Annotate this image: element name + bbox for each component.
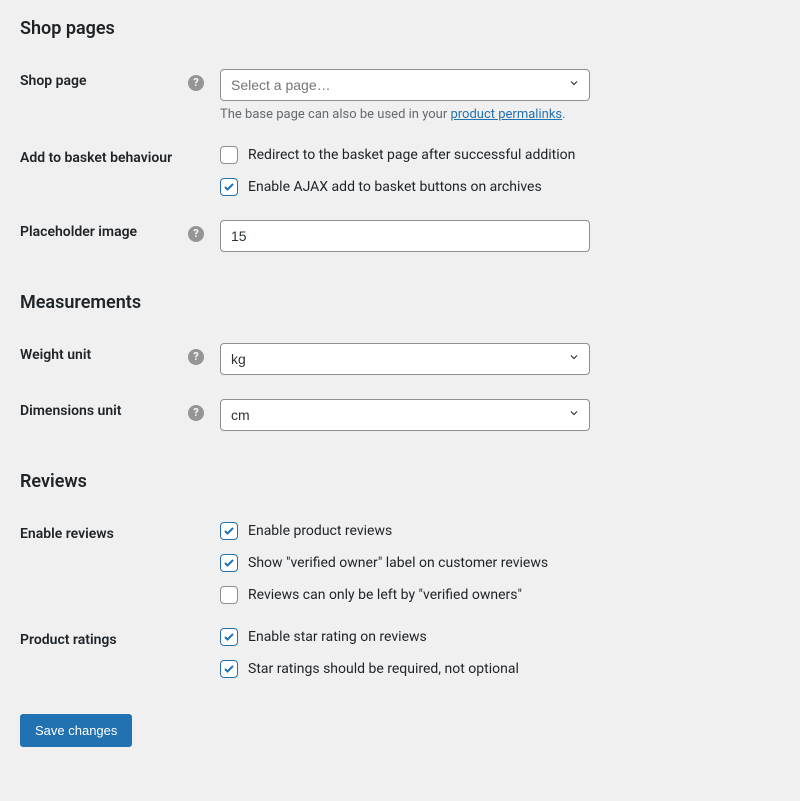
star-rating-required-text: Star ratings should be required, not opt… xyxy=(248,661,519,677)
submit-row: Save changes xyxy=(20,714,780,747)
redirect-basket-option: Redirect to the basket page after succes… xyxy=(220,146,770,164)
section-reviews-title: Reviews xyxy=(20,471,780,492)
measurements-table: Weight unit Dimensions unit xyxy=(20,331,780,443)
enable-reviews-label: Enable reviews xyxy=(20,510,220,616)
reviews-table: Enable reviews Enable product reviews Sh… xyxy=(20,510,780,690)
weight-unit-label: Weight unit xyxy=(20,331,220,387)
shop-pages-table: Shop page The base page can also be used… xyxy=(20,57,780,264)
verified-owner-label-checkbox[interactable] xyxy=(220,554,238,572)
redirect-basket-checkbox[interactable] xyxy=(220,146,238,164)
settings-wrap: Shop pages Shop page The base page can a… xyxy=(0,0,800,767)
verified-owner-only-option: Reviews can only be left by "verified ow… xyxy=(220,586,770,604)
product-permalinks-link[interactable]: product permalinks xyxy=(450,107,562,122)
help-icon[interactable] xyxy=(188,226,204,242)
star-rating-required-option: Star ratings should be required, not opt… xyxy=(220,660,770,678)
shop-page-select-input[interactable] xyxy=(220,69,590,101)
dimensions-unit-select-input[interactable] xyxy=(220,399,590,431)
shop-page-label: Shop page xyxy=(20,57,220,134)
placeholder-image-input[interactable] xyxy=(220,220,590,252)
save-changes-button[interactable]: Save changes xyxy=(20,714,132,747)
add-to-basket-label: Add to basket behaviour xyxy=(20,134,220,208)
verified-owner-only-text: Reviews can only be left by "verified ow… xyxy=(248,587,522,603)
enable-star-rating-checkbox[interactable] xyxy=(220,628,238,646)
placeholder-image-label: Placeholder image xyxy=(20,208,220,264)
help-icon[interactable] xyxy=(188,405,204,421)
enable-product-reviews-option: Enable product reviews xyxy=(220,522,770,540)
dimensions-unit-select[interactable] xyxy=(220,399,590,431)
product-ratings-label: Product ratings xyxy=(20,616,220,690)
weight-unit-select[interactable] xyxy=(220,343,590,375)
section-shop-pages-title: Shop pages xyxy=(20,18,780,39)
ajax-basket-checkbox[interactable] xyxy=(220,178,238,196)
enable-star-rating-text: Enable star rating on reviews xyxy=(248,629,427,645)
star-rating-required-checkbox[interactable] xyxy=(220,660,238,678)
ajax-basket-label-text: Enable AJAX add to basket buttons on arc… xyxy=(248,179,542,195)
redirect-basket-label-text: Redirect to the basket page after succes… xyxy=(248,147,575,163)
shop-page-select[interactable] xyxy=(220,69,590,101)
enable-star-rating-option: Enable star rating on reviews xyxy=(220,628,770,646)
enable-product-reviews-text: Enable product reviews xyxy=(248,523,392,539)
shop-page-description: The base page can also be used in your p… xyxy=(220,107,770,122)
weight-unit-select-input[interactable] xyxy=(220,343,590,375)
verified-owner-only-checkbox[interactable] xyxy=(220,586,238,604)
help-icon[interactable] xyxy=(188,75,204,91)
section-measurements-title: Measurements xyxy=(20,292,780,313)
help-icon[interactable] xyxy=(188,349,204,365)
ajax-basket-option: Enable AJAX add to basket buttons on arc… xyxy=(220,178,770,196)
verified-owner-label-text: Show "verified owner" label on customer … xyxy=(248,555,548,571)
dimensions-unit-label: Dimensions unit xyxy=(20,387,220,443)
verified-owner-label-option: Show "verified owner" label on customer … xyxy=(220,554,770,572)
enable-product-reviews-checkbox[interactable] xyxy=(220,522,238,540)
